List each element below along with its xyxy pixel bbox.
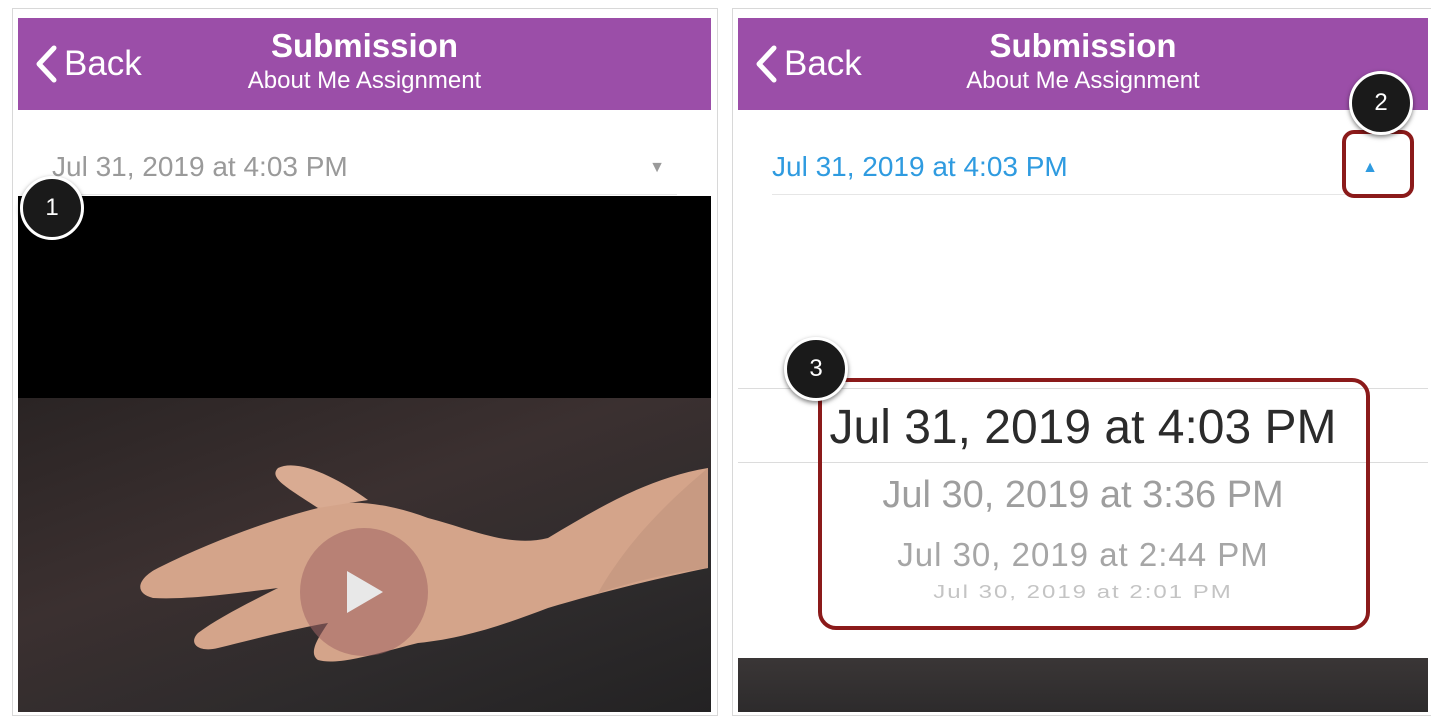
play-icon [347, 571, 383, 613]
video-player[interactable] [18, 196, 711, 712]
submission-date-dropdown[interactable]: Jul 31, 2019 at 4:03 PM ▼ [52, 140, 677, 195]
video-preview [738, 658, 1428, 712]
step-badge-3: 3 [784, 337, 848, 401]
step-badge-1: 1 [20, 176, 84, 240]
nav-bar: Back Submission About Me Assignment [18, 18, 711, 110]
submission-date-value: Jul 31, 2019 at 4:03 PM [772, 151, 1068, 182]
left-panel: Back Submission About Me Assignment Jul … [18, 18, 711, 712]
video-letterbox [18, 196, 711, 398]
page-subtitle: About Me Assignment [247, 67, 482, 94]
nav-bar: Back Submission About Me Assignment [738, 18, 1428, 110]
page-title: Submission [270, 27, 459, 64]
wheel-highlight-box [818, 378, 1370, 630]
nav-titles: Submission About Me Assignment [738, 26, 1428, 96]
caret-highlight-box [1342, 130, 1414, 198]
page-title: Submission [989, 27, 1177, 64]
page-subtitle: About Me Assignment [966, 67, 1200, 94]
play-button[interactable] [300, 528, 428, 656]
submission-date-value: Jul 31, 2019 at 4:03 PM [52, 151, 348, 182]
nav-titles: Submission About Me Assignment [18, 26, 711, 96]
caret-down-icon[interactable]: ▼ [643, 154, 671, 182]
submission-date-dropdown[interactable]: Jul 31, 2019 at 4:03 PM ▲ [772, 140, 1394, 195]
step-badge-2: 2 [1349, 71, 1413, 135]
